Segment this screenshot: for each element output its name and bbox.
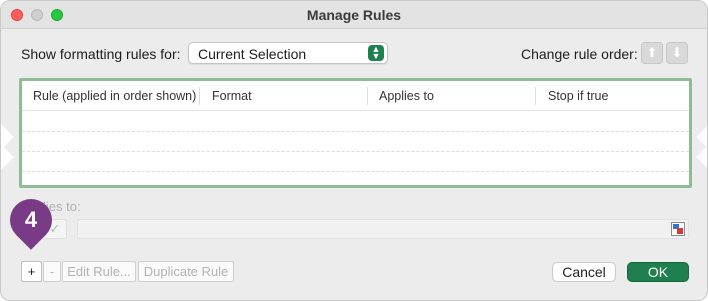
row-divider — [22, 171, 689, 172]
column-applies-to: Applies to — [379, 89, 434, 103]
window-title: Manage Rules — [306, 7, 402, 23]
column-divider — [367, 87, 368, 105]
ok-button[interactable]: OK — [627, 262, 689, 282]
column-divider — [535, 87, 536, 105]
torn-edge — [1, 144, 14, 170]
rules-scope-select[interactable]: Current Selection ▲ ▼ — [188, 42, 388, 64]
edit-rule-button[interactable]: Edit Rule... — [62, 261, 136, 282]
torn-edge — [696, 144, 707, 170]
cancel-button[interactable]: Cancel — [552, 262, 616, 282]
move-rule-up-button[interactable]: ⬆ — [641, 42, 663, 64]
arrow-up-icon: ⬆ — [646, 45, 658, 60]
change-rule-order-label: Change rule order: — [521, 46, 638, 62]
column-stop-if-true: Stop if true — [548, 89, 609, 103]
column-divider — [199, 87, 200, 105]
add-rule-button[interactable]: + — [21, 261, 42, 282]
manage-rules-dialog: Manage Rules Show formatting rules for: … — [0, 0, 708, 301]
column-rule: Rule (applied in order shown) — [33, 89, 197, 103]
range-picker-icon[interactable] — [671, 222, 685, 236]
arrow-down-icon: ⬇ — [671, 45, 683, 60]
show-rules-label: Show formatting rules for: — [21, 46, 181, 62]
row-divider — [22, 131, 689, 132]
rules-scope-value: Current Selection — [198, 46, 307, 62]
move-rule-down-button[interactable]: ⬇ — [666, 42, 688, 64]
rules-table-header: Rule (applied in order shown) Format App… — [22, 81, 689, 111]
row-divider — [22, 151, 689, 152]
title-bar: Manage Rules — [1, 1, 707, 29]
chevron-updown-icon: ▲ ▼ — [368, 45, 384, 61]
step-callout-number: 4 — [24, 207, 38, 232]
applies-to-field[interactable] — [77, 219, 689, 239]
remove-rule-button[interactable]: - — [43, 261, 61, 282]
column-format: Format — [212, 89, 252, 103]
rules-table[interactable]: Rule (applied in order shown) Format App… — [19, 78, 692, 188]
duplicate-rule-button[interactable]: Duplicate Rule — [138, 261, 234, 282]
